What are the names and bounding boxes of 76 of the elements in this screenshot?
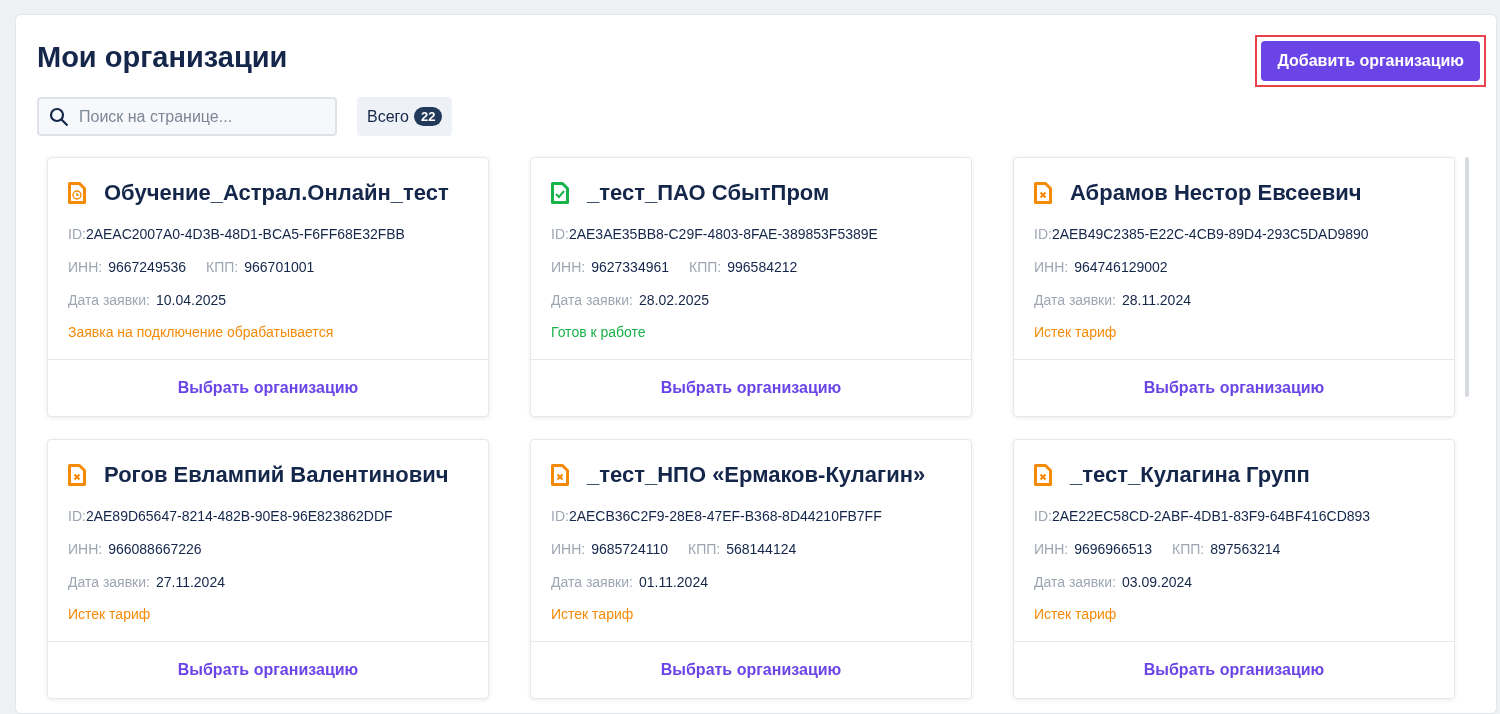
- kpp-value: 966701001: [244, 258, 315, 277]
- date-label: Дата заявки:: [68, 291, 150, 310]
- organization-name: Рогов Евлампий Валентинович: [104, 462, 449, 488]
- add-organization-button[interactable]: Добавить организацию: [1261, 41, 1480, 81]
- status-text: Истек тариф: [1034, 606, 1117, 622]
- date-value: 10.04.2025: [155, 291, 227, 310]
- status-text: Истек тариф: [551, 606, 634, 622]
- document-check-icon: [551, 182, 569, 204]
- count-badge: 22: [413, 107, 443, 126]
- kpp-value: 996584212: [727, 258, 798, 277]
- id-value: 2AE22EC58CD-2ABF-4DB1-83F9-64BF416CD893: [1051, 507, 1371, 526]
- inn-label: ИНН:: [551, 540, 586, 559]
- date-value: 28.11.2024: [1121, 291, 1191, 310]
- kpp-label: КПП:: [689, 258, 722, 277]
- select-organization-link[interactable]: Выбрать организацию: [171, 378, 365, 398]
- select-organization-link[interactable]: Выбрать организацию: [171, 660, 365, 680]
- id-label: ID:: [551, 507, 569, 526]
- organization-name: Абрамов Нестор Евсеевич: [1070, 180, 1362, 206]
- total-label: Всего: [367, 107, 409, 126]
- inn-value: 9685724110: [591, 540, 668, 559]
- search-input[interactable]: Поиск на странице...: [77, 106, 325, 127]
- search-icon: [49, 106, 69, 127]
- document-cross-icon: [68, 464, 86, 486]
- inn-label: ИНН:: [1034, 540, 1069, 559]
- kpp-label: КПП:: [206, 258, 239, 277]
- document-cross-icon: [551, 464, 569, 486]
- status-text: Готов к работе: [551, 324, 646, 340]
- status-text: Истек тариф: [68, 606, 151, 622]
- date-label: Дата заявки:: [551, 291, 633, 310]
- select-organization-link[interactable]: Выбрать организацию: [654, 660, 848, 680]
- kpp-label: КПП:: [688, 540, 721, 559]
- inn-label: ИНН:: [68, 540, 103, 559]
- inn-value: 966088667226: [108, 540, 202, 559]
- id-label: ID:: [551, 225, 569, 244]
- date-value: 03.09.2024: [1121, 573, 1193, 592]
- search-field[interactable]: Поиск на странице...: [37, 97, 337, 136]
- id-value: 2AE89D65647-8214-482B-90E8-96E823862DDF: [85, 507, 393, 526]
- organization-name: _тест_ПАО СбытПром: [587, 180, 830, 206]
- kpp-value: 897563214: [1210, 540, 1281, 559]
- document-cross-icon: [1034, 182, 1052, 204]
- date-value: 27.11.2024: [155, 573, 225, 592]
- inn-label: ИНН:: [68, 258, 103, 277]
- document-clock-icon: [68, 182, 86, 204]
- date-value: 01.11.2024: [638, 573, 708, 592]
- inn-value: 9696966513: [1074, 540, 1153, 559]
- date-label: Дата заявки:: [1034, 573, 1116, 592]
- organization-name: Обучение_Астрал.Онлайн_тест: [104, 180, 449, 206]
- select-organization-link[interactable]: Выбрать организацию: [1137, 660, 1331, 680]
- date-label: Дата заявки:: [68, 573, 150, 592]
- kpp-label: КПП:: [1172, 540, 1205, 559]
- status-text: Заявка на подключение обрабатывается: [68, 324, 334, 340]
- organization-name: _тест_Кулагина Групп: [1070, 462, 1310, 488]
- id-value: 2AEB49C2385-E22C-4CB9-89D4-293C5DAD9890: [1051, 225, 1369, 244]
- date-label: Дата заявки:: [1034, 291, 1116, 310]
- id-label: ID:: [68, 507, 86, 526]
- scrollbar[interactable]: [1465, 157, 1469, 397]
- inn-label: ИНН:: [551, 258, 586, 277]
- date-value: 28.02.2025: [638, 291, 710, 310]
- id-label: ID:: [1034, 507, 1052, 526]
- id-label: ID:: [1034, 225, 1052, 244]
- inn-value: 9627334961: [591, 258, 670, 277]
- inn-label: ИНН:: [1034, 258, 1069, 277]
- id-label: ID:: [68, 225, 86, 244]
- organization-name: _тест_НПО «Ермаков-Кулагин»: [587, 462, 926, 488]
- kpp-value: 568144124: [726, 540, 797, 559]
- select-organization-link[interactable]: Выбрать организацию: [1137, 378, 1331, 398]
- id-value: 2AE3AE35BB8-C29F-4803-8FAE-389853F5389E: [568, 225, 878, 244]
- status-text: Истек тариф: [1034, 324, 1117, 340]
- inn-value: 964746129002: [1074, 258, 1168, 277]
- id-value: 2AECB36C2F9-28E8-47EF-B368-8D44210FB7FF: [568, 507, 882, 526]
- id-value: 2AEAC2007A0-4D3B-48D1-BCA5-F6FF68E32FBB: [85, 225, 405, 244]
- inn-value: 9667249536: [108, 258, 187, 277]
- document-cross-icon: [1034, 464, 1052, 486]
- page-title: Мои организации: [37, 41, 288, 74]
- date-label: Дата заявки:: [551, 573, 633, 592]
- select-organization-link[interactable]: Выбрать организацию: [654, 378, 848, 398]
